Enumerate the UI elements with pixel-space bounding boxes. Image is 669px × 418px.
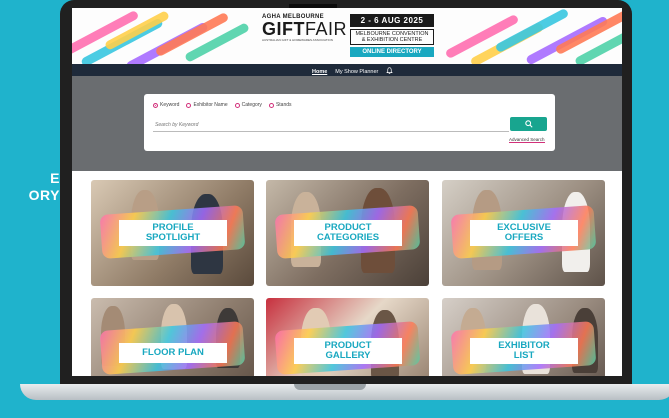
tile-label-line2: OFFERS — [504, 232, 544, 243]
side-headline-line2: ORY — [28, 187, 60, 203]
radio-category[interactable]: Category — [234, 102, 262, 108]
side-headline: E ORY — [0, 170, 60, 204]
radio-label: Keyword — [160, 102, 180, 108]
nav-show-planner[interactable]: My Show Planner — [335, 69, 378, 75]
logo-main: GIFTFAIR — [262, 19, 348, 39]
tile-label: EXCLUSIVE OFFERS — [470, 220, 578, 246]
venue-line2: & EXHIBITION CENTRE — [361, 37, 423, 43]
tile-label-line2: LIST — [513, 350, 535, 361]
top-nav: Home My Show Planner — [72, 64, 622, 76]
radio-stands[interactable]: Stands — [268, 102, 292, 108]
radio-dot — [268, 102, 274, 108]
search-type-options: Keyword Exhibitor Name Category Stands — [153, 102, 292, 108]
tile-label-line2: SPOTLIGHT — [145, 232, 201, 243]
tile-product-categories[interactable]: PRODUCT CATEGORIES — [266, 180, 429, 286]
tile-label: PRODUCT GALLERY — [294, 338, 402, 364]
tile-floor-plan[interactable]: FLOOR PLAN — [91, 298, 254, 376]
laptop-base-notch — [294, 384, 366, 390]
event-info: 2 - 6 AUG 2025 MELBOURNE CONVENTION & EX… — [350, 14, 434, 57]
header-banner: AGHA MELBOURNE GIFTFAIR AUSTRALIAN GIFT … — [72, 8, 622, 64]
bell-icon[interactable] — [386, 67, 394, 76]
tile-exhibitor-list[interactable]: EXHIBITOR LIST — [442, 298, 605, 376]
gift-fair-logo[interactable]: AGHA MELBOURNE GIFTFAIR AUSTRALIAN GIFT … — [262, 14, 348, 60]
search-icon — [524, 120, 533, 128]
online-directory-badge: ONLINE DIRECTORY — [350, 47, 434, 57]
tile-label: FLOOR PLAN — [119, 343, 227, 363]
search-input[interactable] — [153, 119, 509, 132]
radio-dot — [234, 102, 240, 108]
nav-home[interactable]: Home — [312, 69, 327, 75]
side-headline-line1: E — [50, 170, 60, 186]
event-venue: MELBOURNE CONVENTION & EXHIBITION CENTRE — [350, 29, 434, 45]
tile-label: PROFILE SPOTLIGHT — [119, 220, 227, 246]
tile-exclusive-offers[interactable]: EXCLUSIVE OFFERS — [442, 180, 605, 286]
radio-label: Category — [241, 102, 262, 108]
search-button[interactable] — [510, 117, 547, 131]
tile-label: PRODUCT CATEGORIES — [294, 220, 402, 246]
tile-label-line2: GALLERY — [325, 350, 371, 361]
search-hero: Keyword Exhibitor Name Category Stands A… — [72, 76, 622, 171]
logo-main-bold: GIFT — [262, 19, 305, 39]
tile-label: EXHIBITOR LIST — [470, 338, 578, 364]
tile-label-line2: CATEGORIES — [316, 232, 380, 243]
laptop-screen: AGHA MELBOURNE GIFTFAIR AUSTRALIAN GIFT … — [72, 8, 622, 376]
advanced-search-link[interactable]: Advanced Search — [509, 137, 545, 143]
radio-exhibitor-name[interactable]: Exhibitor Name — [186, 102, 228, 108]
search-card: Keyword Exhibitor Name Category Stands A… — [144, 94, 555, 151]
radio-dot — [153, 102, 158, 108]
radio-keyword[interactable]: Keyword — [153, 102, 179, 108]
tile-product-gallery[interactable]: PRODUCT GALLERY — [266, 298, 429, 376]
tile-profile-spotlight[interactable]: PROFILE SPOTLIGHT — [91, 180, 254, 286]
radio-dot — [186, 102, 192, 108]
radio-label: Stands — [275, 102, 292, 108]
event-dates: 2 - 6 AUG 2025 — [350, 14, 434, 27]
logo-main-light: FAIR — [305, 19, 348, 39]
radio-label: Exhibitor Name — [193, 102, 228, 108]
